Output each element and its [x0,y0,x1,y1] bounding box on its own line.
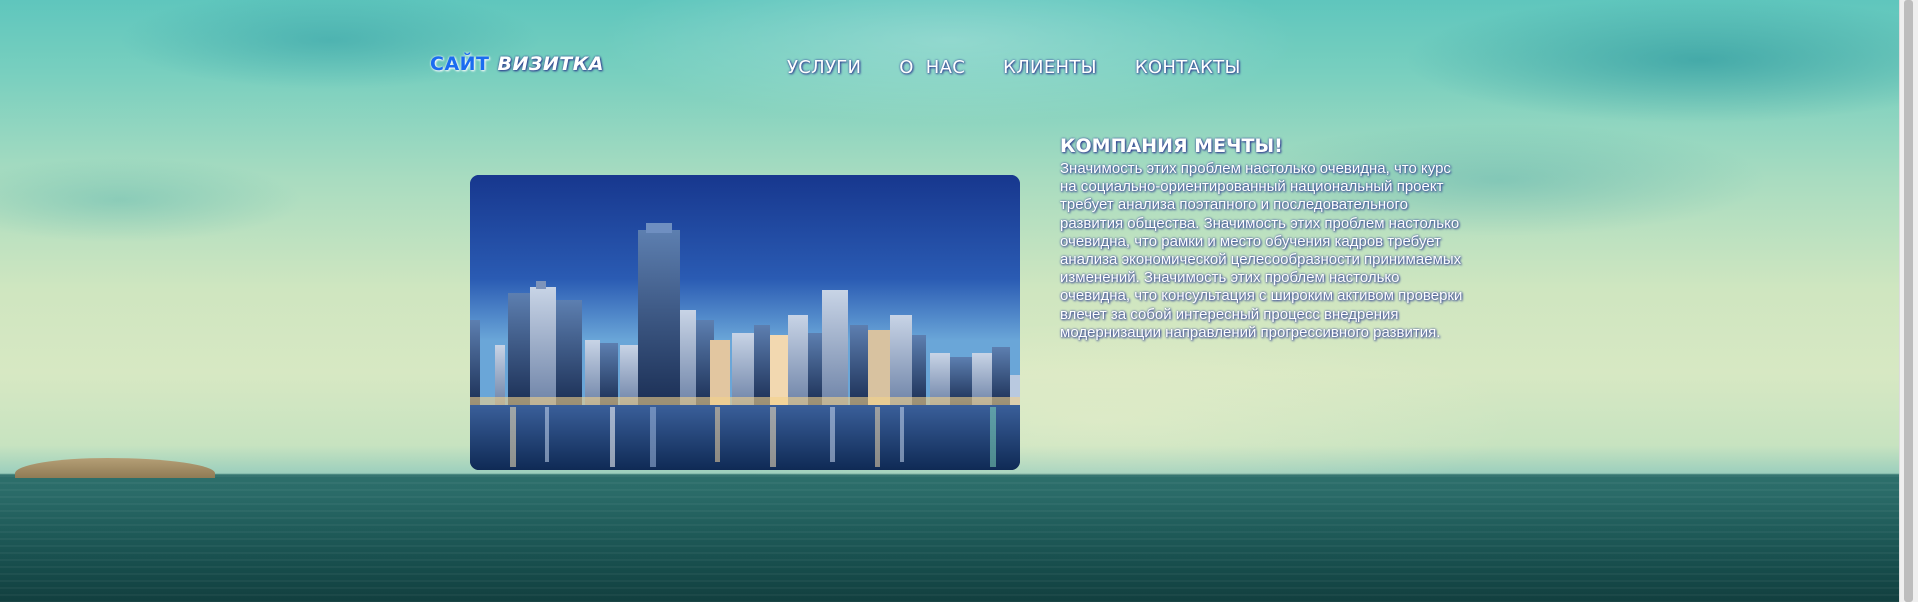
logo-part-card: ВИЗИТКА [497,53,604,75]
company-description: Значимость этих проблем настолько очевид… [1060,160,1463,341]
nav-item-about[interactable]: О НАС [899,57,965,78]
logo-part-site: САЙТ [430,53,490,75]
nav-item-clients[interactable]: КЛИЕНТЫ [1003,57,1097,78]
sea-background [0,475,1900,602]
company-title: КОМПАНИЯ МЕЧТЫ! [1060,135,1283,157]
site-logo[interactable]: САЙТ ВИЗИТКА [430,53,604,75]
island [15,458,215,478]
city-skyline-image [470,175,1020,470]
nav-item-contacts[interactable]: КОНТАКТЫ [1135,57,1241,78]
vertical-scrollbar[interactable] [1899,0,1918,602]
scrollbar-thumb[interactable] [1904,0,1913,602]
nav-item-services[interactable]: УСЛУГИ [787,57,861,78]
skyline-illustration [470,175,1020,470]
main-nav: УСЛУГИ О НАС КЛИЕНТЫ КОНТАКТЫ [787,57,1241,78]
company-section: КОМПАНИЯ МЕЧТЫ! Значимость этих проблем … [1060,135,1470,342]
